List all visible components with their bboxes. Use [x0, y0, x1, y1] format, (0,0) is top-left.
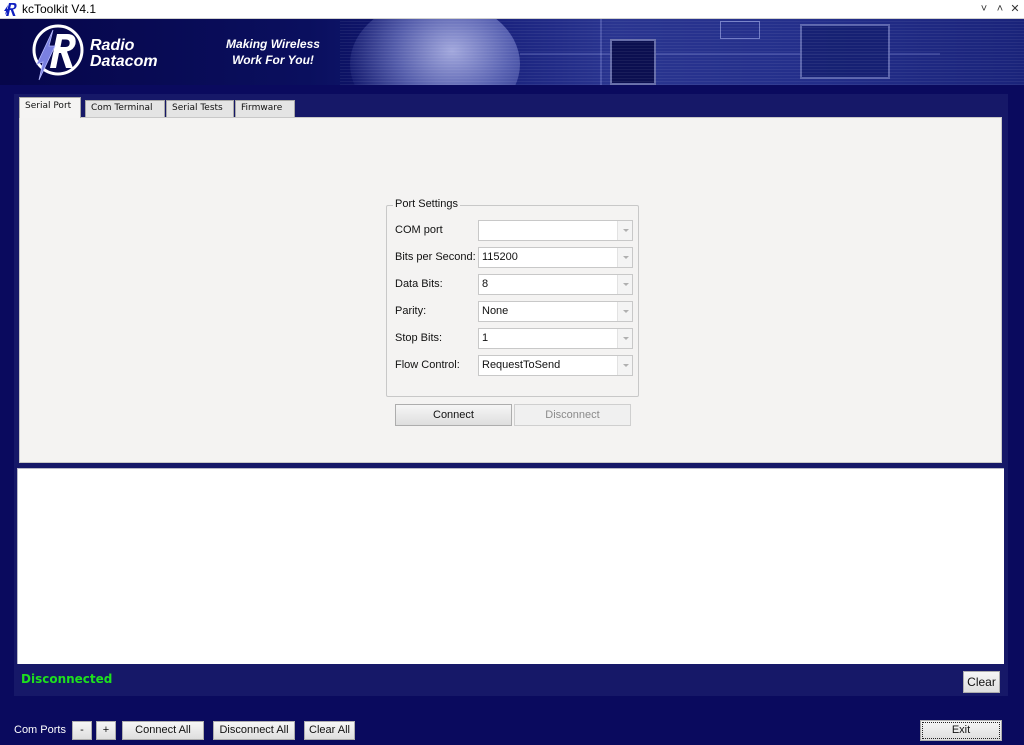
com-port-select[interactable] — [478, 220, 633, 241]
bits-per-second-label: Bits per Second: — [395, 251, 476, 263]
window-title: kcToolkit V4.1 — [22, 2, 97, 16]
connect-button[interactable]: Connect — [395, 404, 512, 426]
brand-line-2: Datacom — [90, 53, 158, 70]
com-ports-label: Com Ports — [14, 724, 66, 736]
tab-com-terminal[interactable]: Com Terminal — [85, 100, 165, 117]
flow-control-label: Flow Control: — [395, 359, 460, 371]
clear-all-button[interactable]: Clear All — [304, 721, 355, 740]
port-settings-title: Port Settings — [393, 198, 460, 210]
brand-name: Radio Datacom — [90, 38, 158, 70]
bits-per-second-select[interactable]: 115200 — [478, 247, 633, 268]
disconnect-button[interactable]: Disconnect — [514, 404, 631, 426]
header-banner: Radio Datacom Making Wireless Work For Y… — [0, 19, 1024, 85]
dropdown-arrow-icon[interactable] — [617, 329, 632, 348]
brand-line-1: Radio — [90, 37, 135, 54]
log-output[interactable] — [17, 468, 1004, 664]
flow-control-value: RequestToSend — [482, 359, 561, 371]
data-bits-value: 8 — [482, 278, 489, 290]
dropdown-arrow-icon[interactable] — [617, 302, 632, 321]
tab-serial-tests[interactable]: Serial Tests — [166, 100, 234, 117]
bits-per-second-value: 115200 — [482, 251, 518, 263]
data-bits-select[interactable]: 8 — [478, 274, 633, 295]
com-port-label: COM port — [395, 224, 443, 236]
stop-bits-value: 1 — [482, 332, 489, 344]
exit-button[interactable]: Exit — [920, 720, 1002, 741]
dropdown-arrow-icon[interactable] — [617, 275, 632, 294]
dropdown-arrow-icon[interactable] — [617, 356, 632, 375]
tagline: Making Wireless Work For You! — [222, 36, 324, 68]
remove-com-port-button[interactable]: - — [72, 721, 92, 740]
dropdown-arrow-icon[interactable] — [617, 221, 632, 240]
clear-log-button[interactable]: Clear — [963, 671, 1000, 693]
add-com-port-button[interactable]: + — [96, 721, 116, 740]
app-logo-icon — [4, 3, 17, 16]
flow-control-select[interactable]: RequestToSend — [478, 355, 633, 376]
tagline-line-2: Work For You! — [232, 53, 314, 67]
disconnect-all-button[interactable]: Disconnect All — [213, 721, 295, 740]
port-settings-group: Port Settings COM port Bits per Second: … — [386, 198, 639, 397]
tab-serial-port[interactable]: Serial Port — [19, 97, 81, 118]
title-bar: kcToolkit V4.1 ˅ ˄ ✕ — [0, 0, 1024, 19]
dropdown-arrow-icon[interactable] — [617, 248, 632, 267]
parity-value: None — [482, 305, 509, 317]
data-bits-label: Data Bits: — [395, 278, 443, 290]
stop-bits-label: Stop Bits: — [395, 332, 443, 344]
parity-label: Parity: — [395, 305, 427, 317]
minimize-button[interactable]: ˅ — [976, 1, 992, 17]
stop-bits-select[interactable]: 1 — [478, 328, 633, 349]
close-button[interactable]: ✕ — [1007, 1, 1023, 17]
scanline-overlay — [340, 19, 1024, 85]
tagline-line-1: Making Wireless — [226, 37, 320, 51]
connect-all-button[interactable]: Connect All — [122, 721, 204, 740]
serial-port-tab-page: Port Settings COM port Bits per Second: … — [19, 117, 1002, 463]
parity-select[interactable]: None — [478, 301, 633, 322]
connection-status: Disconnected — [21, 672, 113, 686]
maximize-button[interactable]: ˄ — [992, 1, 1008, 17]
radio-datacom-logo-icon — [32, 24, 84, 81]
tab-firmware[interactable]: Firmware — [235, 100, 295, 117]
